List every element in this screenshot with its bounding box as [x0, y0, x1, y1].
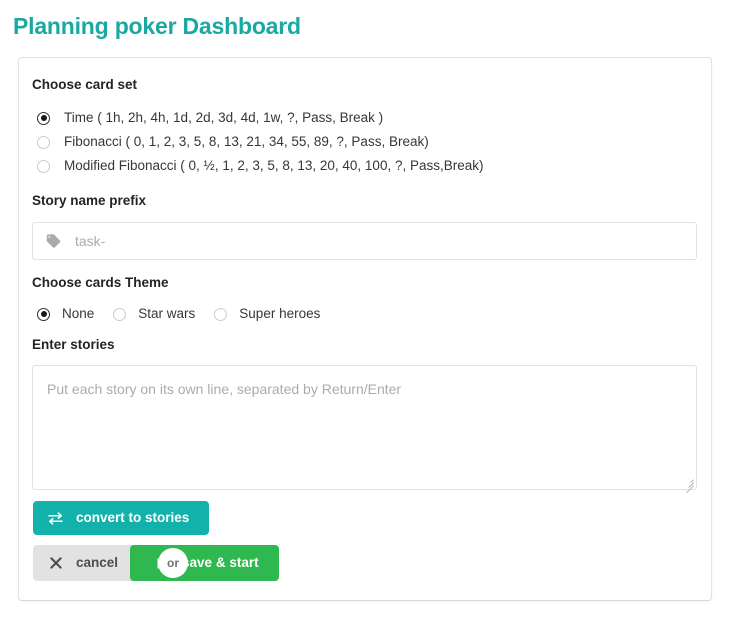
save-and-start-button[interactable]: save & start [130, 545, 279, 581]
stories-textarea-wrap[interactable] [32, 365, 697, 494]
theme-option-none-label: None [62, 306, 95, 321]
theme-option-none[interactable]: None [32, 305, 108, 323]
cancel-button[interactable]: cancel [33, 545, 145, 581]
card-set-option-modified-fibonacci[interactable]: Modified Fibonacci ( 0, ½, 1, 2, 3, 5, 8… [32, 154, 696, 178]
radio-icon-time[interactable] [37, 111, 50, 125]
theme-label: Choose cards Theme [32, 275, 169, 290]
close-icon [48, 556, 63, 571]
form-actions-row: cancel save & start or [33, 545, 696, 581]
card-set-option-modified-fibonacci-label: Modified Fibonacci ( 0, ½, 1, 2, 3, 5, 8… [64, 158, 484, 173]
radio-icon-fibonacci[interactable] [37, 135, 50, 149]
story-prefix-input[interactable] [73, 223, 693, 259]
save-and-start-label: save & start [182, 555, 259, 570]
radio-icon-none[interactable] [37, 307, 50, 321]
theme-option-star-wars[interactable]: Star wars [108, 305, 209, 323]
card-set-option-fibonacci-label: Fibonacci ( 0, 1, 2, 3, 5, 8, 13, 21, 34… [64, 134, 429, 149]
setup-card-panel: Choose card set Time ( 1h, 2h, 4h, 1d, 2… [18, 57, 712, 601]
card-set-option-fibonacci[interactable]: Fibonacci ( 0, 1, 2, 3, 5, 8, 13, 21, 34… [32, 130, 696, 154]
story-prefix-field-wrap[interactable] [32, 222, 697, 260]
radio-icon-modified-fibonacci[interactable] [37, 159, 50, 173]
convert-to-stories-button[interactable]: convert to stories [33, 501, 210, 535]
theme-radio-group: None Star wars Super heroes [32, 303, 696, 325]
card-set-radio-group: Time ( 1h, 2h, 4h, 1d, 2d, 3d, 4d, 1w, ?… [32, 106, 696, 178]
radio-icon-star-wars[interactable] [113, 307, 127, 321]
convert-to-stories-label: convert to stories [76, 510, 190, 525]
card-set-option-time-label: Time ( 1h, 2h, 4h, 1d, 2d, 3d, 4d, 1w, ?… [64, 110, 384, 125]
radio-icon-super-heroes[interactable] [214, 307, 228, 321]
or-separator-badge: or [158, 548, 188, 578]
cancel-label: cancel [76, 555, 119, 570]
stories-label: Enter stories [32, 337, 115, 352]
story-prefix-label: Story name prefix [32, 193, 147, 208]
card-set-option-time[interactable]: Time ( 1h, 2h, 4h, 1d, 2d, 3d, 4d, 1w, ?… [32, 106, 696, 130]
theme-option-super-heroes[interactable]: Super heroes [209, 305, 334, 323]
theme-option-super-heroes-label: Super heroes [239, 306, 321, 321]
page-title: Planning poker Dashboard [13, 13, 301, 39]
planning-poker-dashboard-page: Planning poker Dashboard Choose card set… [0, 0, 729, 617]
exchange-icon [48, 511, 63, 526]
tag-icon [46, 234, 61, 249]
card-set-label: Choose card set [32, 77, 138, 92]
stories-textarea[interactable] [33, 366, 696, 489]
theme-option-star-wars-label: Star wars [138, 306, 196, 321]
